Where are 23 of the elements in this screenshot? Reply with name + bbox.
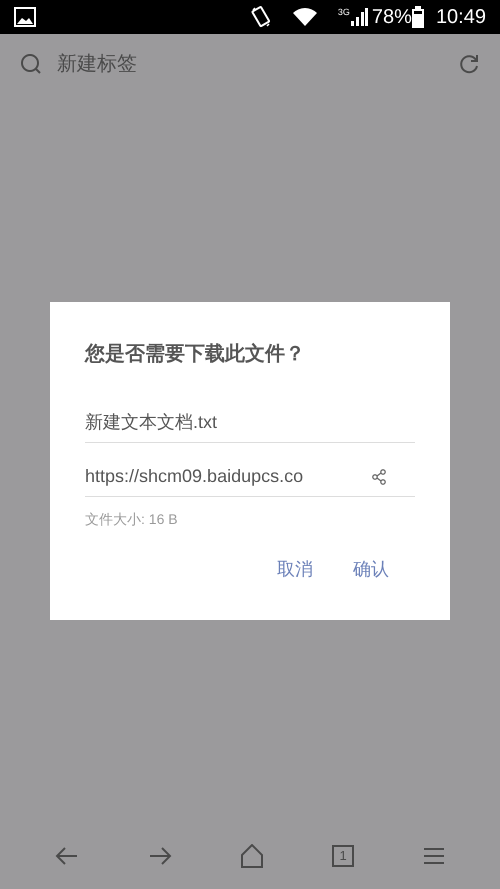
tab-count-button[interactable]: 1 (332, 845, 354, 867)
url-text: https://shcm09.baidupcs.co (85, 465, 304, 488)
dialog-title: 您是否需要下载此文件？ (85, 342, 306, 367)
vibrate-icon (250, 5, 272, 29)
file-size-text: 文件大小: 16 B (85, 510, 179, 529)
forward-arrow-icon[interactable] (148, 846, 172, 866)
signal-icon (350, 7, 368, 27)
menu-icon[interactable] (423, 847, 446, 865)
image-icon (14, 7, 36, 27)
wifi-icon (292, 7, 318, 27)
address-field[interactable]: 新建标签 (57, 49, 458, 79)
battery-icon (412, 6, 424, 28)
cancel-button[interactable]: 取消 (277, 556, 313, 583)
battery-percent: 78% (372, 5, 412, 30)
confirm-button[interactable]: 确认 (353, 556, 389, 583)
back-arrow-icon[interactable] (54, 846, 79, 866)
search-icon[interactable] (20, 53, 42, 75)
network-type: 3G (338, 6, 350, 19)
file-name-field[interactable]: 新建文本文档.txt (85, 409, 415, 436)
clock: 10:49 (436, 5, 486, 30)
share-icon[interactable] (371, 468, 387, 484)
refresh-icon[interactable] (458, 53, 480, 75)
home-icon[interactable] (240, 844, 263, 868)
